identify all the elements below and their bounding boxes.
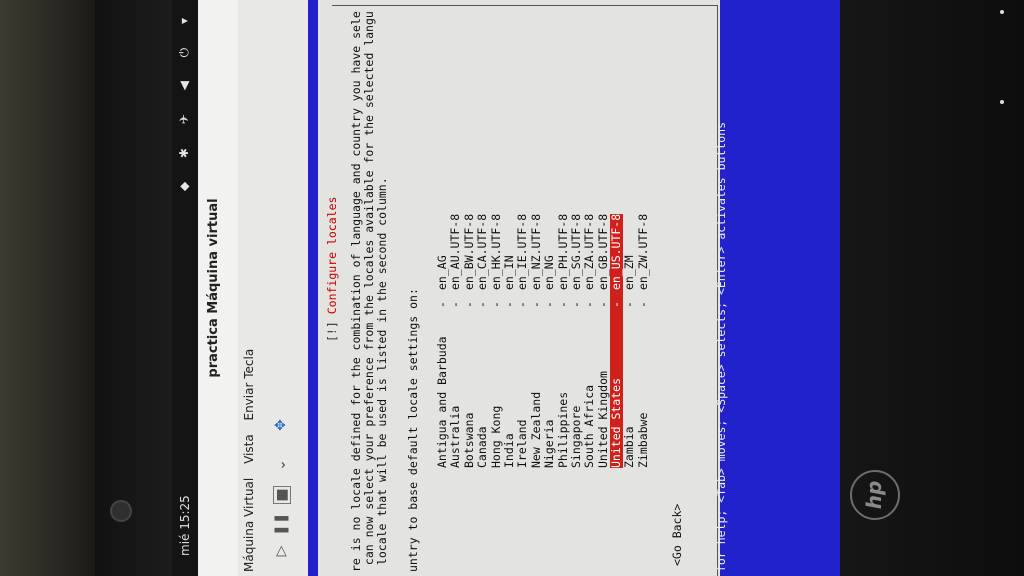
chevron-down-icon[interactable]: ⌄	[270, 454, 292, 476]
separator: -	[448, 301, 463, 308]
country-label: United Kingdom	[595, 371, 610, 468]
country-label: Zambia	[622, 426, 637, 468]
list-item[interactable]: India - en_IN	[501, 214, 516, 468]
list-item[interactable]: Antigua and Barbuda - en_AG	[435, 214, 449, 468]
separator: -	[635, 301, 650, 308]
menu-vista[interactable]: Vista	[242, 434, 256, 464]
locale-code: en_ZW.UTF-8	[635, 213, 650, 290]
separator: -	[435, 301, 449, 308]
desk-surface	[0, 0, 95, 576]
separator: -	[555, 301, 570, 308]
configure-locales-dialog: [!] Configure locales re is no locale de…	[318, 0, 720, 576]
bezel-indicator	[1000, 100, 1004, 104]
clock[interactable]: mié 15:25	[178, 495, 192, 556]
locale-code: en_ZM	[622, 255, 637, 290]
separator: -	[488, 301, 503, 308]
separator: -	[595, 301, 610, 308]
bezel-indicator	[1000, 10, 1004, 14]
fullscreen-icon[interactable]: ✥	[270, 414, 292, 436]
locale-code: en_SG.UTF-8	[568, 213, 583, 290]
separator: -	[475, 301, 490, 308]
guest-console[interactable]: [!] Configure locales re is no locale de…	[308, 0, 840, 576]
list-item[interactable]: Zimbabwe - en_ZW.UTF-8	[635, 213, 650, 468]
separator: -	[542, 301, 557, 308]
separator: -	[515, 301, 530, 308]
list-item[interactable]: United States - en_US.UTF-8	[609, 213, 624, 468]
country-label: Australia	[448, 405, 463, 468]
separator: -	[609, 301, 624, 308]
window-titlebar: practica Máquina virtual	[198, 0, 238, 576]
system-top-bar: mié 15:25 ◆ ✱ ✈ ◀ ⏻ ▾	[172, 0, 198, 576]
locale-code: en_NZ.UTF-8	[528, 213, 543, 290]
webcam-lens	[110, 500, 132, 522]
separator: -	[501, 301, 516, 308]
country-label: India	[501, 433, 516, 468]
list-item[interactable]: Nigeria - en_NG	[542, 214, 557, 468]
locale-code: en_IN	[501, 255, 516, 290]
dialog-intro-text: re is no locale defined for the combinat…	[349, 11, 389, 572]
list-item[interactable]: Canada - en_CA.UTF-8	[475, 213, 490, 468]
go-back-button[interactable]: <Go Back>	[670, 504, 684, 566]
hp-logo: hp	[850, 470, 900, 520]
list-item[interactable]: Zambia - en_ZM	[622, 214, 637, 468]
locale-list[interactable]: Antigua and Barbuda - en_AG Australia - en_AU…	[435, 213, 650, 468]
locale-code: en_ZA.UTF-8	[582, 213, 597, 290]
country-label: Antigua and Barbuda	[435, 336, 449, 468]
list-item[interactable]: Australia - en_AU.UTF-8	[448, 213, 463, 468]
list-item[interactable]: United Kingdom - en_GB.UTF-8	[595, 213, 610, 468]
list-item[interactable]: Ireland - en_IE.UTF-8	[515, 213, 530, 468]
play-icon[interactable]: ▷	[270, 540, 292, 562]
stop-icon[interactable]: ■	[273, 486, 291, 504]
list-item[interactable]: New Zealand - en_NZ.UTF-8	[528, 213, 543, 468]
list-item[interactable]: Botswana - en_BW.UTF-8	[461, 213, 476, 468]
help-bar: for help; <Tab> moves; <Space> selects; …	[714, 121, 728, 572]
locale-code: en_IE.UTF-8	[515, 213, 530, 290]
country-label: Hong Kong	[488, 405, 503, 468]
menu-maquina-virtual[interactable]: Máquina Virtual	[242, 478, 256, 572]
locale-code: en_GB.UTF-8	[595, 213, 610, 290]
list-item[interactable]: Hong Kong - en_HK.UTF-8	[488, 213, 503, 468]
pause-icon[interactable]: ❚❚	[270, 513, 292, 536]
dialog-title: [!] Configure locales	[325, 190, 339, 348]
country-label: Canada	[475, 426, 490, 468]
virtualbox-window: practica Máquina virtual Máquina Virtual…	[198, 0, 840, 576]
locale-code: en_BW.UTF-8	[461, 213, 476, 290]
menu-bar: Máquina Virtual Vista Enviar Tecla	[238, 0, 262, 576]
locale-code: en_NG	[542, 255, 557, 290]
separator: -	[568, 301, 583, 308]
country-label: Ireland	[515, 419, 530, 468]
locale-code: en_US.UTF-8	[609, 213, 624, 290]
separator: -	[622, 301, 637, 308]
locale-code: en_AG	[435, 255, 449, 290]
country-label: Botswana	[461, 412, 476, 468]
country-label: United States	[609, 377, 624, 468]
toolbar: ▷ ❚❚ ■ ⌄ ✥	[262, 0, 302, 576]
country-label: South Africa	[582, 384, 597, 468]
window-title: practica Máquina virtual	[206, 198, 221, 378]
country-label: Singapore	[568, 405, 583, 468]
separator: -	[528, 301, 543, 308]
separator: -	[582, 301, 597, 308]
country-label: Zimbabwe	[635, 412, 650, 468]
monitor-bezel-left	[95, 0, 175, 576]
list-item[interactable]: South Africa - en_ZA.UTF-8	[582, 213, 597, 468]
locale-code: en_CA.UTF-8	[475, 213, 490, 290]
country-label: Philippines	[555, 391, 570, 468]
laptop-screen: mié 15:25 ◆ ✱ ✈ ◀ ⏻ ▾ practica Máquina v…	[172, 0, 840, 576]
locale-code: en_PH.UTF-8	[555, 213, 570, 290]
locale-code: en_AU.UTF-8	[448, 213, 463, 290]
system-tray-icons[interactable]: ◆ ✱ ✈ ◀ ⏻ ▾	[177, 8, 192, 191]
menu-enviar-tecla[interactable]: Enviar Tecla	[242, 349, 256, 421]
country-label: Nigeria	[542, 419, 557, 468]
list-item[interactable]: Singapore - en_SG.UTF-8	[568, 213, 583, 468]
list-item[interactable]: Philippines - en_PH.UTF-8	[555, 213, 570, 468]
country-label: New Zealand	[528, 391, 543, 468]
dialog-prompt: untry to base default locale settings on…	[406, 288, 420, 572]
locale-code: en_HK.UTF-8	[488, 213, 503, 290]
separator: -	[461, 301, 476, 308]
